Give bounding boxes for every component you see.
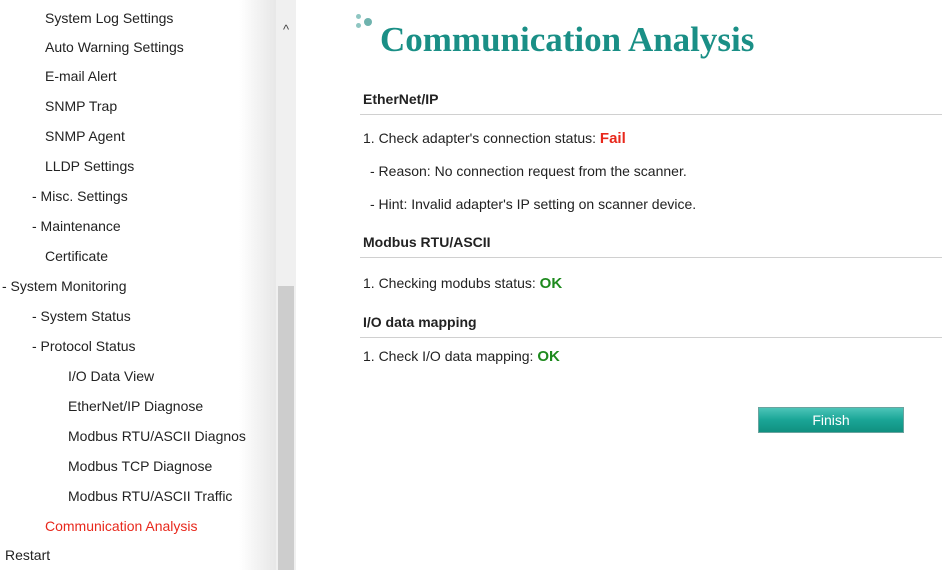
sidebar-item-system-status[interactable]: - System Status [0,301,131,331]
scrollbar-thumb[interactable] [278,286,294,570]
main-content: Communication Analysis EtherNet/IP 1. Ch… [356,0,942,570]
sidebar-item-system-monitoring[interactable]: - System Monitoring [0,271,126,301]
io-mapping-check-line: 1. Check I/O data mapping: OK [363,348,560,365]
sidebar-item-modbus-tcp-diagnose[interactable]: Modbus TCP Diagnose [0,451,212,481]
sidebar-scrollbar[interactable]: ^ [276,0,296,570]
io-mapping-status-badge: OK [537,348,560,365]
ethernetip-hint-text: - Hint: Invalid adapter's IP setting on … [370,196,697,212]
page-title: Communication Analysis [380,20,755,59]
sidebar-item-snmp-agent[interactable]: SNMP Agent [0,121,125,151]
sidebar-item-maintenance[interactable]: - Maintenance [0,211,121,241]
sidebar-item-system-log-settings[interactable]: System Log Settings [0,3,173,33]
sidebar-item-lldp-settings[interactable]: LLDP Settings [0,151,134,181]
section-header-ethernetip: EtherNet/IP [360,83,942,115]
finish-button[interactable]: Finish [758,407,904,433]
sidebar-item-email-alert[interactable]: E-mail Alert [0,61,117,91]
sidebar-item-modbus-rtu-ascii-traffic[interactable]: Modbus RTU/ASCII Traffic [0,481,232,511]
modbus-status-badge: OK [539,275,563,292]
sidebar-item-restart[interactable]: Restart [0,540,50,570]
sidebar-item-ethernetip-diagnose[interactable]: EtherNet/IP Diagnose [0,391,203,421]
title-dots-icon [352,12,382,38]
section-header-modbus-rtu-ascii: Modbus RTU/ASCII [360,226,942,258]
ethernetip-check-label: 1. Check adapter's connection status: [363,130,597,146]
sidebar-item-misc-settings[interactable]: - Misc. Settings [0,181,128,211]
sidebar-item-auto-warning-settings[interactable]: Auto Warning Settings [0,32,184,62]
sidebar-item-communication-analysis[interactable]: Communication Analysis [0,511,198,541]
sidebar-nav: System Log Settings Auto Warning Setting… [0,0,278,570]
sidebar-item-io-data-view[interactable]: I/O Data View [0,361,154,391]
modbus-check-label: 1. Checking modubs status: [363,275,536,291]
io-mapping-check-label: 1. Check I/O data mapping: [363,348,534,364]
ethernetip-check-line: 1. Check adapter's connection status: Fa… [363,130,626,147]
ethernetip-reason-text: - Reason: No connection request from the… [370,163,687,179]
sidebar-item-certificate[interactable]: Certificate [0,241,108,271]
sidebar-item-snmp-trap[interactable]: SNMP Trap [0,91,117,121]
ethernetip-status-badge: Fail [599,130,626,147]
scroll-up-icon[interactable]: ^ [276,20,296,40]
sidebar-item-modbus-rtu-ascii-diagnose[interactable]: Modbus RTU/ASCII Diagnos [0,421,246,451]
section-header-io-data-mapping: I/O data mapping [360,306,942,338]
sidebar-item-protocol-status[interactable]: - Protocol Status [0,331,136,361]
modbus-check-line: 1. Checking modubs status: OK [363,275,562,292]
